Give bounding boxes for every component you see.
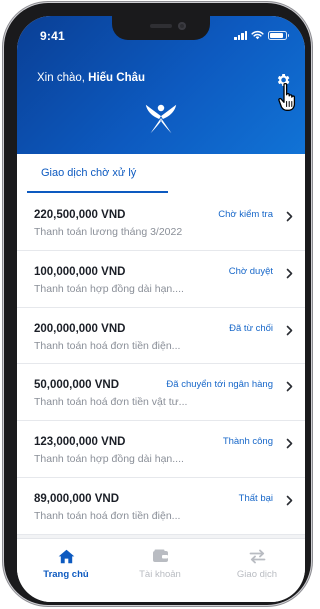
status-time: 9:41 — [40, 29, 65, 43]
chevron-right-icon — [286, 211, 293, 222]
transaction-description: Thanh toán lương tháng 3/2022 — [34, 226, 183, 238]
transaction-amount: 89,000,000 VND — [34, 492, 120, 505]
header: 9:41 Xin chào, Hiếu Châu — [17, 16, 305, 154]
transaction-status: Chờ kiểm tra — [218, 209, 273, 220]
transfer-arrows-icon — [249, 549, 265, 564]
transaction-amount: 123,000,000 VND — [34, 436, 126, 449]
tab-pending-label: Giao dịch chờ xử lý — [41, 167, 137, 179]
app-screen: 9:41 Xin chào, Hiếu Châu Giao dịch chờ x… — [17, 16, 305, 602]
speaker — [150, 24, 172, 28]
wifi-icon — [251, 30, 264, 40]
transaction-row[interactable]: 123,000,000 VND Thanh toán hợp đồng dài … — [17, 421, 305, 478]
chevron-right-icon — [286, 495, 293, 506]
status-icons — [234, 29, 289, 41]
transaction-row[interactable]: 200,000,000 VND Thanh toán hoá đơn tiền … — [17, 307, 305, 365]
transaction-amount: 100,000,000 VND — [34, 265, 126, 278]
transaction-description: Thanh toán hợp đồng dài hạn.... — [34, 453, 184, 466]
nav-transactions[interactable]: Giao dịch — [217, 549, 297, 580]
transaction-list: 220,500,000 VND Thanh toán lương tháng 3… — [17, 194, 305, 535]
transaction-amount: 200,000,000 VND — [34, 322, 126, 335]
home-icon — [58, 549, 74, 564]
transaction-description: Thanh toán hợp đồng dài hạn.... — [34, 282, 184, 295]
camera — [178, 22, 186, 30]
transaction-status: Thành công — [222, 436, 273, 448]
transaction-amount: 220,500,000 VND — [34, 209, 126, 221]
phone-frame: 9:41 Xin chào, Hiếu Châu Giao dịch chờ x… — [4, 3, 311, 605]
user-name: Hiếu Châu — [88, 72, 146, 84]
greeting-prefix: Xin chào, — [37, 72, 85, 84]
device-notch — [112, 16, 210, 40]
hand-pointer-icon — [278, 82, 296, 111]
tab-bar: Giao dịch chờ xử lý — [17, 154, 305, 195]
chevron-right-icon — [286, 268, 293, 279]
transaction-description: Thanh toán hoá đơn tiền điện... — [34, 509, 181, 522]
tab-pending-transactions[interactable]: Giao dịch chờ xử lý — [27, 154, 168, 193]
greeting: Xin chào, Hiếu Châu — [37, 72, 145, 84]
chevron-right-icon — [286, 382, 293, 392]
chevron-right-icon — [286, 325, 293, 335]
transaction-amount: 50,000,000 VND — [34, 379, 120, 392]
transaction-status: Thất bại — [238, 492, 273, 504]
nav-transactions-label: Giao dịch — [236, 569, 278, 580]
transaction-status: Đã từ chối — [229, 322, 273, 334]
bottom-nav: Trang chủ Tài khoản Giao dịch — [17, 538, 305, 602]
transaction-row[interactable]: 89,000,000 VND Thanh toán hoá đơn tiền đ… — [17, 477, 305, 535]
battery-icon — [268, 30, 289, 40]
nav-home[interactable]: Trang chủ — [26, 549, 106, 580]
transaction-description: Thanh toán hoá đơn tiền vật tư... — [34, 396, 188, 409]
transaction-status: Đã chuyển tới ngân hàng — [166, 379, 273, 391]
brand-logo — [145, 104, 177, 134]
transaction-row[interactable]: 220,500,000 VND Thanh toán lương tháng 3… — [17, 194, 305, 251]
transaction-status: Chờ duyệt — [228, 265, 273, 277]
transaction-row[interactable]: 100,000,000 VND Thanh toán hợp đồng dài … — [17, 250, 305, 308]
nav-home-label: Trang chủ — [43, 569, 89, 580]
nav-account-label: Tài khoản — [139, 569, 181, 580]
nav-account[interactable]: Tài khoản — [120, 549, 200, 580]
wallet-icon — [152, 549, 168, 562]
transaction-row[interactable]: 50,000,000 VND Thanh toán hoá đơn tiền v… — [17, 364, 305, 422]
chevron-right-icon — [286, 438, 293, 449]
transaction-description: Thanh toán hoá đơn tiền điện... — [34, 339, 181, 352]
signal-icon — [234, 30, 247, 40]
